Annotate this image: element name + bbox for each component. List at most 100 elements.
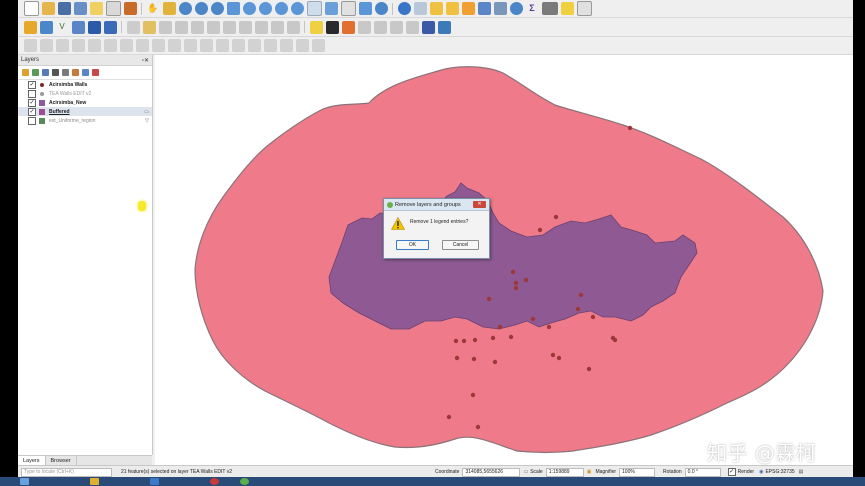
new-map-view-icon[interactable] <box>306 1 322 16</box>
identify-icon[interactable] <box>397 2 411 15</box>
label-icon[interactable] <box>309 20 323 34</box>
rotation-field[interactable]: 0.0 ° <box>684 467 721 477</box>
add-vector-icon[interactable] <box>23 20 37 34</box>
expand-all-icon[interactable] <box>72 69 79 76</box>
plugin-icon[interactable] <box>437 20 451 34</box>
zoom-in-icon[interactable] <box>178 2 192 15</box>
point-feature[interactable] <box>575 306 581 312</box>
point-feature[interactable] <box>475 424 481 430</box>
zoom-next-icon[interactable] <box>290 2 304 15</box>
dialog-close-button[interactable]: ✕ <box>473 201 486 208</box>
point-feature[interactable] <box>510 269 516 275</box>
point-feature[interactable] <box>497 324 503 330</box>
edit-pencil-icon[interactable] <box>126 20 140 34</box>
point-feature[interactable] <box>508 334 514 340</box>
scale-field[interactable]: 1:159889 <box>545 467 584 477</box>
pin-labels-icon[interactable] <box>341 20 355 34</box>
point-feature[interactable] <box>578 292 584 298</box>
statistics-icon[interactable]: Σ <box>526 2 539 15</box>
point-feature[interactable] <box>472 337 478 343</box>
taskbar-app-icon[interactable] <box>150 478 159 485</box>
ok-button[interactable]: OK <box>396 240 429 250</box>
point-feature[interactable] <box>627 125 633 131</box>
taskbar-app-icon[interactable] <box>210 478 219 485</box>
refresh-icon[interactable] <box>374 2 388 15</box>
pan-to-selection-icon[interactable] <box>162 2 176 15</box>
open-layer-styling-icon[interactable] <box>22 69 29 76</box>
show-bookmarks-icon[interactable] <box>358 2 372 15</box>
digitize-segment-icon[interactable] <box>23 39 37 52</box>
save-edits-icon[interactable] <box>158 20 172 34</box>
collapse-all-icon[interactable] <box>82 69 89 76</box>
digitize-icon[interactable] <box>71 20 85 34</box>
layer-row-selected[interactable]: ✓ Buffered ▭ <box>18 107 152 116</box>
render-checkbox[interactable]: ✓ <box>727 468 736 476</box>
point-feature[interactable] <box>546 324 552 330</box>
coordinate-field[interactable]: 314085,5655626 <box>462 467 521 477</box>
locator-search-input[interactable]: Type to locate (Ctrl+K) <box>21 467 112 477</box>
filter-indicator-icon[interactable]: ▽ <box>145 118 149 124</box>
point-feature[interactable] <box>492 359 498 365</box>
add-feature-icon[interactable] <box>174 20 188 34</box>
layer-indicator-icon[interactable]: ▭ <box>144 109 149 115</box>
layer-row[interactable]: ✓ Acirsimba_New <box>18 98 152 107</box>
offset-curve-icon[interactable] <box>215 39 229 52</box>
point-feature[interactable] <box>490 335 496 341</box>
reshape-icon[interactable] <box>199 39 213 52</box>
panel-close-icon[interactable]: ▫✕ <box>142 57 149 64</box>
point-feature[interactable] <box>453 338 459 344</box>
point-feature[interactable] <box>513 280 519 286</box>
taskbar-app-icon[interactable] <box>240 478 249 485</box>
layer-labeling-icon[interactable] <box>325 20 339 34</box>
filter-by-expression-icon[interactable] <box>62 69 69 76</box>
start-button[interactable] <box>20 478 29 485</box>
python-console-icon[interactable] <box>421 20 435 34</box>
pan-icon[interactable]: ✋ <box>147 2 160 15</box>
point-feature[interactable] <box>550 352 556 358</box>
cut-features-icon[interactable] <box>222 20 236 34</box>
cancel-button[interactable]: Cancel <box>442 240 479 250</box>
add-wfs-icon[interactable] <box>103 20 117 34</box>
delete-part-icon[interactable] <box>183 39 197 52</box>
point-feature[interactable] <box>523 277 529 283</box>
add-raster-icon[interactable] <box>39 20 53 34</box>
simplify-icon[interactable] <box>103 39 117 52</box>
trim-extend-icon[interactable] <box>311 39 325 52</box>
layout-manager-icon[interactable] <box>105 1 121 16</box>
layer-checkbox[interactable]: ✓ <box>28 107 36 116</box>
undo-icon[interactable] <box>270 20 284 34</box>
paste-features-icon[interactable] <box>254 20 268 34</box>
point-feature[interactable] <box>586 366 592 372</box>
split-parts-icon[interactable] <box>247 39 261 52</box>
show-labels-icon[interactable] <box>357 20 371 34</box>
select-by-value-icon[interactable] <box>445 2 459 15</box>
toolbox-icon[interactable] <box>509 2 523 15</box>
copy-features-icon[interactable] <box>238 20 252 34</box>
split-features-icon[interactable] <box>231 39 245 52</box>
style-manager-icon[interactable] <box>123 2 137 15</box>
zoom-layer-icon[interactable] <box>258 2 272 15</box>
move-label-icon[interactable] <box>373 20 387 34</box>
move-feature-icon[interactable] <box>55 39 69 52</box>
delete-ring-icon[interactable] <box>167 39 181 52</box>
new-3d-view-icon[interactable] <box>324 2 338 15</box>
attribute-table-icon[interactable] <box>477 2 491 15</box>
point-feature[interactable] <box>461 338 467 344</box>
crs-icon[interactable]: ◉ <box>759 469 763 475</box>
save-as-icon[interactable] <box>73 2 87 15</box>
change-label-icon[interactable] <box>405 20 419 34</box>
add-group-icon[interactable] <box>32 69 39 76</box>
point-feature[interactable] <box>530 316 536 322</box>
point-feature[interactable] <box>454 355 460 361</box>
point-feature[interactable] <box>446 414 452 420</box>
point-feature[interactable] <box>537 227 543 233</box>
zoom-selection-icon[interactable] <box>242 2 256 15</box>
scale-feature-icon[interactable] <box>87 39 101 52</box>
point-feature[interactable] <box>486 296 492 302</box>
point-feature[interactable] <box>553 214 559 220</box>
point-feature[interactable] <box>471 356 477 362</box>
rotate-point-icon[interactable] <box>295 39 309 52</box>
manage-map-themes-icon[interactable] <box>42 69 49 76</box>
map-tips-icon[interactable] <box>560 2 574 15</box>
point-feature[interactable] <box>590 314 596 320</box>
